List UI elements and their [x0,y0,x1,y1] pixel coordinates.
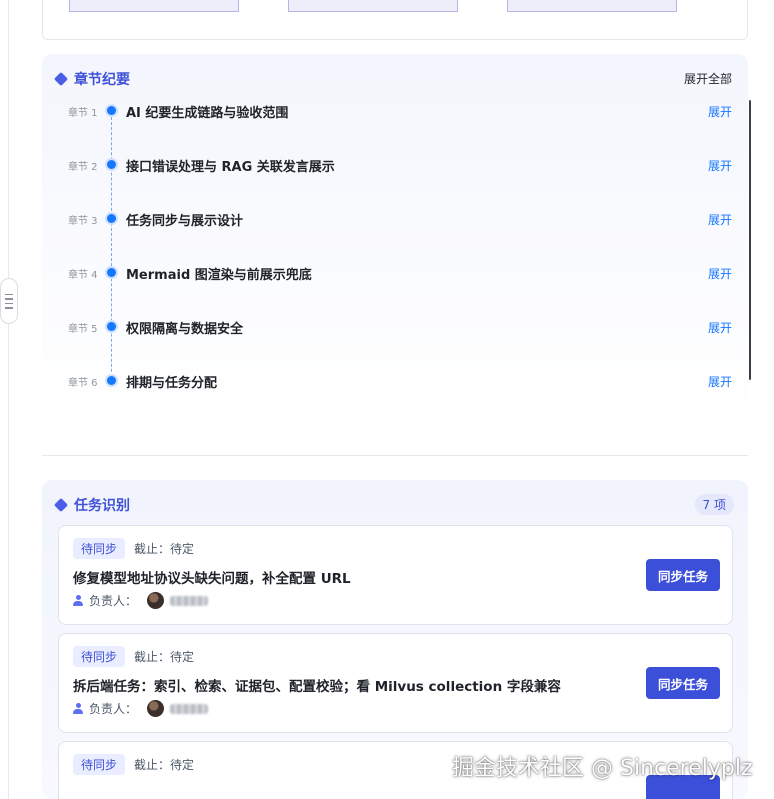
chapter-number: 章节 6 [68,378,98,389]
scrollbar[interactable] [749,100,751,380]
chapter-item: 章节 3 任务同步与展示设计 展开 [42,208,748,230]
diamond-icon [53,71,69,87]
status-badge: 待同步 [73,646,126,667]
panel-left-border [8,0,9,799]
chapter-title: 接口错误处理与 RAG 关联发言展示 [126,160,335,175]
assignee-label: 负责人： [89,594,138,608]
resize-handle[interactable] [0,278,18,324]
task-assignee: 负责人： [73,700,209,717]
timeline-dot-icon [107,106,116,115]
chapters-header: 章节纪要 [53,69,130,89]
chapter-title: 排期与任务分配 [126,376,218,391]
timeline-dot-icon [107,268,116,277]
chapter-title: 任务同步与展示设计 [126,214,244,229]
watermark-text: 掘金技术社区 @ Sincerelyplz [452,756,753,781]
avatar [147,700,165,717]
task-deadline: 截止：待定 [134,542,195,556]
person-icon [73,595,83,606]
chapter-title: Mermaid 图渲染与前展示兜底 [126,268,312,283]
chapter-item: 章节 1 AI 纪要生成链路与验收范围 展开 [42,100,748,122]
avatar [147,592,165,609]
expand-all-button[interactable]: 展开全部 [684,70,732,87]
sync-task-button[interactable]: 同步任务 [646,667,720,699]
chapter-number: 章节 4 [68,270,98,281]
sync-task-button[interactable]: 同步任务 [646,559,720,591]
timeline-dot-icon [107,322,116,331]
chapter-expand-link[interactable]: 展开 [708,211,732,228]
chapter-item: 章节 5 权限隔离与数据安全 展开 [42,316,748,338]
chapter-expand-link[interactable]: 展开 [708,373,732,390]
assignee-label: 负责人： [89,702,138,716]
top-stub-2 [288,0,458,12]
chapter-number: 章节 3 [68,216,98,227]
chapters-title: 章节纪要 [74,72,130,88]
task-assignee: 负责人： [73,592,209,609]
timeline-dot-icon [107,376,116,385]
diamond-icon [53,497,69,513]
chapter-expand-link[interactable]: 展开 [708,103,732,120]
chapter-expand-link[interactable]: 展开 [708,265,732,282]
task-deadline: 截止：待定 [134,650,195,664]
person-icon [73,703,83,714]
chapter-title: AI 纪要生成链路与验收范围 [126,106,289,121]
top-stub-1 [69,0,239,12]
chapter-item: 章节 4 Mermaid 图渲染与前展示兜底 展开 [42,262,748,284]
top-card-fragment [42,0,748,40]
status-badge: 待同步 [73,754,126,775]
assignee-name-redacted [170,703,209,714]
chapter-title: 权限隔离与数据安全 [126,322,244,337]
assignee-name-redacted [170,595,209,606]
chapter-expand-link[interactable]: 展开 [708,157,732,174]
timeline-dot-icon [107,160,116,169]
chapter-number: 章节 2 [68,162,98,173]
status-badge: 待同步 [73,538,126,559]
task-card: 待同步 截止：待定 拆后端任务：索引、检索、证据包、配置校验；看 Milvus … [58,633,733,733]
tasks-title: 任务识别 [74,498,130,514]
chapter-number: 章节 5 [68,324,98,335]
task-count-badge: 7 项 [694,494,734,515]
task-card: 待同步 截止：待定 修复模型地址协议头缺失问题，补全配置 URL 负责人： 同步… [58,525,733,625]
task-title: 拆后端任务：索引、检索、证据包、配置校验；看 Milvus collection… [73,679,561,695]
top-stub-3 [507,0,677,12]
chapter-number: 章节 1 [68,108,98,119]
chapter-item: 章节 2 接口错误处理与 RAG 关联发言展示 展开 [42,154,748,176]
tasks-header: 任务识别 [53,495,130,515]
task-deadline: 截止：待定 [134,758,195,772]
section-divider [42,455,748,456]
chapter-item: 章节 6 排期与任务分配 展开 [42,370,748,392]
chapter-expand-link[interactable]: 展开 [708,319,732,336]
task-title: 修复模型地址协议头缺失问题，补全配置 URL [73,571,351,587]
timeline-dot-icon [107,214,116,223]
timeline-line [111,112,112,382]
